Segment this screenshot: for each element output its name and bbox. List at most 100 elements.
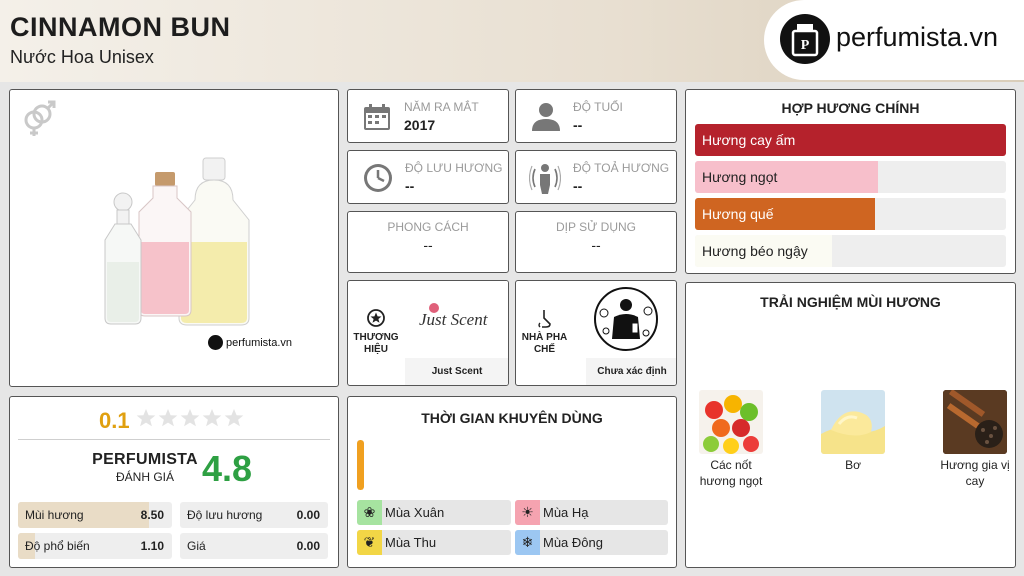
logo-text: perfumista.vn bbox=[836, 22, 999, 52]
accord-label: Hương ngọt bbox=[702, 169, 778, 185]
occasion-label: DỊP SỬ DỤNG bbox=[555, 220, 637, 234]
season-label: Mùa Thu bbox=[385, 535, 437, 550]
style-label: PHONG CÁCH bbox=[387, 220, 469, 234]
score-row-label: Giá bbox=[187, 539, 206, 553]
calendar-icon bbox=[362, 102, 392, 137]
season-label: Mùa Xuân bbox=[385, 505, 445, 520]
sillage-card: ĐỘ TOẢ HƯƠNG -- bbox=[515, 150, 677, 204]
user-score: 0.1 bbox=[99, 408, 130, 433]
brand-logo-area: Just Scent bbox=[405, 281, 508, 357]
snowflake-icon: ❄ bbox=[515, 530, 540, 555]
day-night-bar-track bbox=[357, 440, 364, 490]
site-logo[interactable]: P perfumista.vn bbox=[764, 0, 1024, 80]
score-row-value: 1.10 bbox=[140, 539, 164, 553]
accord-label: Hương béo ngậy bbox=[702, 243, 808, 259]
sillage-person-icon bbox=[528, 161, 562, 200]
rating-divider bbox=[18, 439, 330, 440]
release-year-label: NĂM RA MẮT bbox=[404, 100, 479, 114]
svg-text:P: P bbox=[801, 38, 810, 53]
main-accords-card: HỢP HƯƠNG CHÍNH Hương cay ấm Hương ngọt Hư… bbox=[685, 89, 1016, 274]
product-subtitle: Nước Hoa Unisex bbox=[10, 47, 154, 67]
butter-image bbox=[821, 390, 885, 454]
longevity-label: ĐỘ LƯU HƯƠNG bbox=[405, 161, 503, 175]
note-butter[interactable]: Bơ bbox=[818, 390, 888, 473]
score-row-label: Độ phổ biến bbox=[25, 539, 90, 553]
note-spicy-label: Hương gia vị cay bbox=[940, 458, 1010, 488]
perfumer-portrait bbox=[586, 287, 666, 356]
spices-image bbox=[943, 390, 1007, 454]
header: CINNAMON BUN Nước Hoa Unisex P perfumist… bbox=[0, 0, 1024, 82]
scent-experience-card: TRẢI NGHIỆM MÙI HƯƠNG Các nốt hương ngọt… bbox=[685, 282, 1016, 568]
star-rating[interactable] bbox=[136, 408, 244, 428]
person-icon bbox=[530, 100, 562, 137]
release-year-value: 2017 bbox=[404, 117, 436, 133]
sun-icon: ☀ bbox=[515, 500, 540, 525]
product-title: CINNAMON BUN bbox=[10, 12, 231, 42]
season-label: Mùa Hạ bbox=[543, 505, 589, 520]
season-label: Mùa Đông bbox=[543, 535, 603, 550]
perfumer-card[interactable]: NHÀ PHA CHẾ Chưa xác định bbox=[515, 280, 677, 386]
score-row-value: 0.00 bbox=[296, 508, 320, 522]
perfumista-brand-label: PERFUMISTA ĐÁNH GIÁ bbox=[92, 451, 198, 484]
watermark: perfumista.vn bbox=[208, 335, 292, 350]
sillage-value: -- bbox=[573, 178, 583, 194]
score-row: Mùi hương 8.50 bbox=[18, 502, 172, 528]
season-2: ☀ Mùa Hạ bbox=[515, 500, 668, 525]
score-row-label: Độ lưu hương bbox=[187, 508, 263, 522]
star-icon[interactable] bbox=[202, 408, 222, 428]
score-row: Độ lưu hương 0.00 bbox=[180, 502, 328, 528]
star-icon[interactable] bbox=[180, 408, 200, 428]
rating-card: 0.1 PERFUMISTA ĐÁNH GIÁ 4.8 Mùi hương 8.5… bbox=[9, 396, 339, 568]
star-icon[interactable] bbox=[158, 408, 178, 428]
note-spicy[interactable]: Hương gia vị cay bbox=[938, 390, 1012, 489]
brand-name: Just Scent bbox=[431, 366, 483, 377]
recommended-time-card: THỜI GIAN KHUYÊN DÙNG ❀ Mùa Xuân ☀ Mùa Hạ ❦ M… bbox=[347, 396, 677, 568]
day-night-bar bbox=[357, 440, 364, 490]
score-row-value: 8.50 bbox=[140, 508, 164, 522]
accord-bar: Hương béo ngậy bbox=[695, 235, 1006, 267]
perfume-bottle-logo-icon: P bbox=[780, 14, 830, 64]
star-icon[interactable] bbox=[224, 408, 244, 428]
leaf-icon: ❦ bbox=[357, 530, 382, 555]
accord-label: Hương cay ấm bbox=[702, 132, 796, 148]
age-value: -- bbox=[573, 117, 583, 133]
perfumer-label: NHÀ PHA CHẾ bbox=[521, 332, 568, 355]
occasion-card: DỊP SỬ DỤNG -- bbox=[515, 211, 677, 273]
score-row-label: Mùi hương bbox=[25, 508, 84, 522]
age-label: ĐỘ TUỔI bbox=[573, 100, 623, 114]
accord-label: Hương quế bbox=[702, 206, 774, 222]
perfumer-name-bar: Chưa xác định bbox=[586, 358, 676, 385]
accord-bar: Hương ngọt bbox=[695, 161, 1006, 193]
release-year-card: NĂM RA MẮT 2017 bbox=[347, 89, 509, 143]
brand-name-bar: Just Scent bbox=[405, 358, 508, 385]
accord-bar: Hương cay ấm bbox=[695, 124, 1006, 156]
season-1: ❀ Mùa Xuân bbox=[357, 500, 511, 525]
accords-title: HỢP HƯƠNG CHÍNH bbox=[781, 100, 920, 116]
perfume-bottles-image bbox=[95, 150, 265, 335]
unisex-icon bbox=[20, 98, 56, 143]
longevity-card: ĐỘ LƯU HƯƠNG -- bbox=[347, 150, 509, 204]
perfumista-score: 4.8 bbox=[202, 448, 253, 489]
accord-bar: Hương quế bbox=[695, 198, 1006, 230]
score-row-value: 0.00 bbox=[296, 539, 320, 553]
sillage-label: ĐỘ TOẢ HƯƠNG bbox=[573, 161, 670, 175]
occasion-value: -- bbox=[591, 237, 601, 253]
star-icon[interactable] bbox=[136, 408, 156, 428]
style-value: -- bbox=[423, 237, 433, 253]
brand-card[interactable]: THƯƠNG HIỆU Just Scent Just Scent bbox=[347, 280, 509, 386]
note-butter-label: Bơ bbox=[845, 458, 861, 472]
note-sweet[interactable]: Các nốt hương ngọt bbox=[696, 390, 766, 489]
brand-logo-text: Just Scent bbox=[419, 310, 488, 329]
nose-icon bbox=[536, 309, 554, 334]
season-4: ❄ Mùa Đông bbox=[515, 530, 668, 555]
gummy-candy-image bbox=[699, 390, 763, 454]
recommended-time-title: THỜI GIAN KHUYÊN DÙNG bbox=[421, 410, 603, 426]
season-3: ❦ Mùa Thu bbox=[357, 530, 511, 555]
score-row: Độ phổ biến 1.10 bbox=[18, 533, 172, 559]
longevity-value: -- bbox=[405, 178, 415, 194]
style-card: PHONG CÁCH -- bbox=[347, 211, 509, 273]
age-card: ĐỘ TUỔI -- bbox=[515, 89, 677, 143]
note-sweet-label: Các nốt hương ngọt bbox=[699, 458, 763, 488]
star-badge-icon bbox=[367, 309, 385, 332]
product-image-card: perfumista.vn bbox=[9, 89, 339, 387]
